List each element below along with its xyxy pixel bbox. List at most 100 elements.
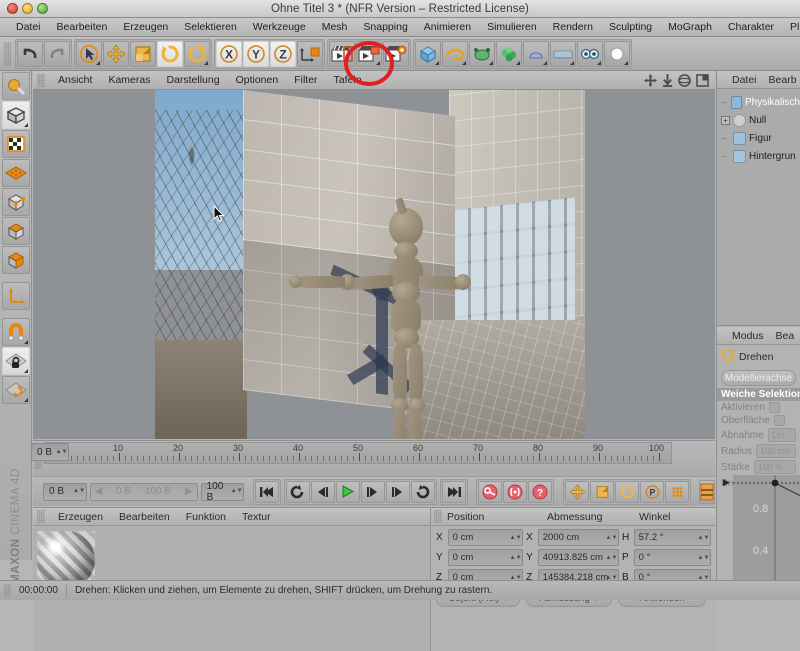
range-right-arrow[interactable]: ▶ [185,486,193,497]
key-rotation-button[interactable] [615,480,640,503]
lock-z-button[interactable]: Z [270,40,296,67]
stepper-arrows[interactable]: ▲▼ [510,551,522,565]
graph-expand-arrow-icon[interactable]: ▶ [723,477,730,488]
material-menu-textur[interactable]: Textur [234,508,279,526]
add-environment-button[interactable] [523,40,549,67]
render-settings-button[interactable] [383,40,409,67]
lock-y-button[interactable]: Y [243,40,269,67]
viewport-menu-filter[interactable]: Filter [286,71,325,90]
menu-item-mesh[interactable]: Mesh [314,18,356,37]
attribute-checkbox[interactable] [768,402,780,413]
previous-frame-button[interactable] [310,480,335,503]
add-camera-button[interactable] [577,40,603,67]
attribute-value-field[interactable]: Lin [767,428,796,442]
material-grip[interactable] [37,510,45,523]
add-spline-button[interactable] [442,40,468,67]
enable-snap-button[interactable] [1,318,30,346]
modeling-axis-button[interactable]: Modellierachse [721,370,796,386]
size-field[interactable]: 40913.825 cm ▲▼ [537,549,619,566]
select-tool-button[interactable] [76,40,102,67]
position-field[interactable]: 0 cm ▲▼ [447,529,524,546]
viewport-menu-tafeln[interactable]: Tafeln [326,71,370,90]
edge-mode-button[interactable] [1,217,30,245]
add-cube-button[interactable] [415,40,441,67]
stepper-arrows[interactable]: ▲▼ [698,531,710,545]
current-time-spinner[interactable]: ▲▼ [73,485,85,499]
menu-item-charakter[interactable]: Charakter [720,18,782,37]
timeline-button[interactable] [698,479,715,504]
material-menu-erzeugen[interactable]: Erzeugen [50,508,111,526]
render-view-button[interactable] [329,40,355,67]
menu-item-werkzeuge[interactable]: Werkzeuge [245,18,314,37]
object-tree[interactable]: – Physikalisch + Null – Figur – Hintergrun [717,90,800,325]
menu-item-erzeugen[interactable]: Erzeugen [115,18,176,37]
material-menu-bearbeiten[interactable]: Bearbeiten [111,508,178,526]
position-field[interactable]: 0 cm ▲▼ [447,549,524,566]
viewport-menu-ansicht[interactable]: Ansicht [50,71,100,90]
add-generator-button[interactable] [469,40,495,67]
polygon-mode-button[interactable] [1,246,30,274]
maximize-view-icon[interactable] [696,74,709,90]
object-item-null[interactable]: + Null [717,111,800,129]
menu-item-datei[interactable]: Datei [8,18,49,37]
undo-button[interactable] [17,40,43,67]
key-parameter-button[interactable]: P [640,480,665,503]
viewport-menu-optionen[interactable]: Optionen [228,71,287,90]
pan-icon[interactable] [644,74,657,90]
menu-item-selektieren[interactable]: Selektieren [176,18,245,37]
add-deformer-button[interactable] [496,40,522,67]
material-menu-funktion[interactable]: Funktion [178,508,234,526]
menu-item-mograph[interactable]: MoGraph [660,18,720,37]
timeline-ruler[interactable]: 0102030405060708090100 [44,442,672,464]
menu-item-bearbeiten[interactable]: Bearbeiten [49,18,116,37]
stepper-arrows[interactable]: ▲▼ [698,551,710,565]
object-menu-bearb[interactable]: Bearb [763,71,800,89]
coordinates-grip[interactable] [434,510,442,523]
redo-button[interactable] [44,40,70,67]
document-end-spinner[interactable]: ▲▼ [231,485,243,499]
play-button[interactable] [335,480,360,503]
keyframe-selection-button[interactable]: ? [528,480,553,503]
add-light-button[interactable] [604,40,630,67]
add-floor-button[interactable] [550,40,576,67]
document-end-field[interactable]: 100 B ▲▼ [200,481,245,503]
attribute-menu-bea[interactable]: Bea [770,327,800,345]
object-axis-mode-button[interactable] [1,282,30,310]
next-frame-button[interactable] [360,480,385,503]
attribute-value-field[interactable]: 100 cm [756,444,796,458]
go-to-end-button[interactable] [441,480,466,503]
viewport-menu-darstellung[interactable]: Darstellung [158,71,227,90]
polygon-grid-mode-button[interactable] [1,159,30,187]
viewport-canvas[interactable] [33,90,715,439]
point-mode-button[interactable] [1,188,30,216]
record-keyframe-button[interactable] [478,480,503,503]
rotate-alt-button[interactable] [184,40,210,67]
rotate-tool-button[interactable] [157,40,183,67]
menu-item-sculpting[interactable]: Sculpting [601,18,660,37]
object-item-figur[interactable]: – Figur [717,129,800,147]
rotation-field[interactable]: 57.2 ° ▲▼ [633,529,711,546]
stepper-arrows[interactable]: ▲▼ [606,531,618,545]
autokey-button[interactable] [503,480,528,503]
toolbar-grip[interactable] [4,41,11,66]
texture-mode-button[interactable] [1,130,30,158]
status-grip[interactable] [4,584,11,597]
scale-tool-button[interactable] [130,40,156,67]
play-forward-button[interactable] [385,480,410,503]
loop-forward-button[interactable] [410,480,435,503]
key-position-button[interactable] [565,480,590,503]
menu-item-animieren[interactable]: Animieren [416,18,479,37]
attribute-value-field[interactable]: 100 % [753,460,796,474]
timeline-end-spinner[interactable]: ▲▼ [56,445,68,459]
object-item-hintergrun[interactable]: – Hintergrun [717,147,800,165]
attribute-menu-modus[interactable]: Modus [726,327,770,345]
play-backwards-button[interactable] [285,480,310,503]
key-scale-button[interactable] [590,480,615,503]
object-item-physikalisch[interactable]: – Physikalisch [717,93,800,111]
viewport-grip[interactable] [37,73,45,87]
current-time-field[interactable]: 0 B ▲▼ [43,482,87,501]
stepper-arrows[interactable]: ▲▼ [510,531,522,545]
workplane-rotate-button[interactable] [1,376,30,404]
lock-workplane-button[interactable] [1,347,30,375]
lock-x-button[interactable]: X [216,40,242,67]
